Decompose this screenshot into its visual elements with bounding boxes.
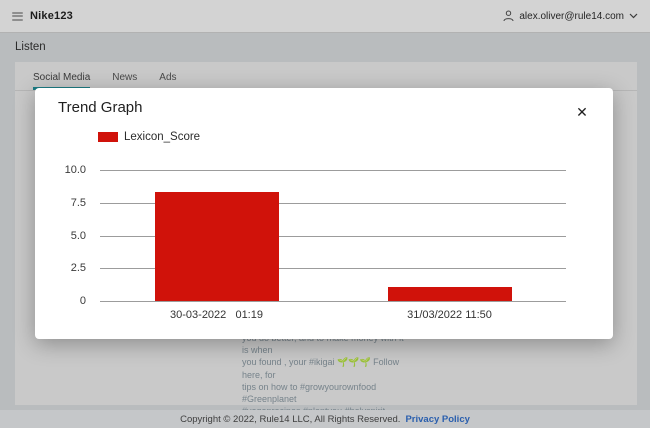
- bar[interactable]: [155, 192, 279, 301]
- x-axis-tick-label: 31/03/2022 11:50: [333, 309, 566, 321]
- post-text-line: tips on how to #growyourownfood #Greenpl…: [242, 381, 404, 405]
- privacy-policy-link[interactable]: Privacy Policy: [405, 414, 469, 425]
- page-title: Listen: [15, 41, 46, 53]
- brand-name: Nike123: [30, 10, 73, 22]
- x-axis-tick-label: 30-03-2022 01:19: [100, 309, 333, 321]
- bar[interactable]: [388, 287, 512, 301]
- y-axis-tick-label: 7.5: [36, 197, 86, 210]
- chart-y-labels: 10.07.55.02.50: [35, 170, 93, 301]
- user-email: alex.oliver@rule14.com: [519, 11, 624, 22]
- tab-bar: Social Media News Ads: [15, 62, 637, 91]
- legend-swatch: [98, 132, 118, 142]
- y-axis-tick-label: 0: [36, 295, 86, 308]
- modal-title: Trend Graph: [58, 99, 143, 116]
- y-axis-tick-label: 2.5: [36, 262, 86, 275]
- bar-column: [333, 170, 566, 301]
- legend-label: Lexicon_Score: [124, 131, 200, 143]
- bar-column: [100, 170, 333, 301]
- chart-bars: [100, 170, 566, 301]
- gridline: [100, 301, 566, 302]
- post-text-line: you found , your #ikigai 🌱🌱🌱 Follow here…: [242, 356, 404, 380]
- app-screen: Nike123 alex.oliver@rule14.com Listen So…: [0, 0, 650, 428]
- y-axis-tick-label: 10.0: [36, 164, 86, 177]
- menu-icon[interactable]: [12, 12, 23, 21]
- top-bar: Nike123 alex.oliver@rule14.com: [0, 0, 650, 33]
- footer: Copyright © 2022, Rule14 LLC, All Rights…: [0, 410, 650, 428]
- copyright-text: Copyright © 2022, Rule14 LLC, All Rights…: [180, 414, 400, 425]
- close-icon[interactable]: ✕: [571, 101, 593, 123]
- user-icon: [503, 10, 514, 22]
- y-axis-tick-label: 5.0: [36, 230, 86, 243]
- chart-legend: Lexicon_Score: [98, 131, 200, 143]
- trend-graph-modal: Trend Graph ✕ Lexicon_Score 10.0 7.5 5.0 2.…: [35, 88, 613, 339]
- chart-x-labels: 30-03-2022 01:1931/03/2022 11:50: [100, 309, 566, 321]
- chevron-down-icon: [629, 13, 638, 19]
- brand-area: Nike123: [12, 10, 73, 22]
- user-menu[interactable]: alex.oliver@rule14.com: [503, 10, 638, 22]
